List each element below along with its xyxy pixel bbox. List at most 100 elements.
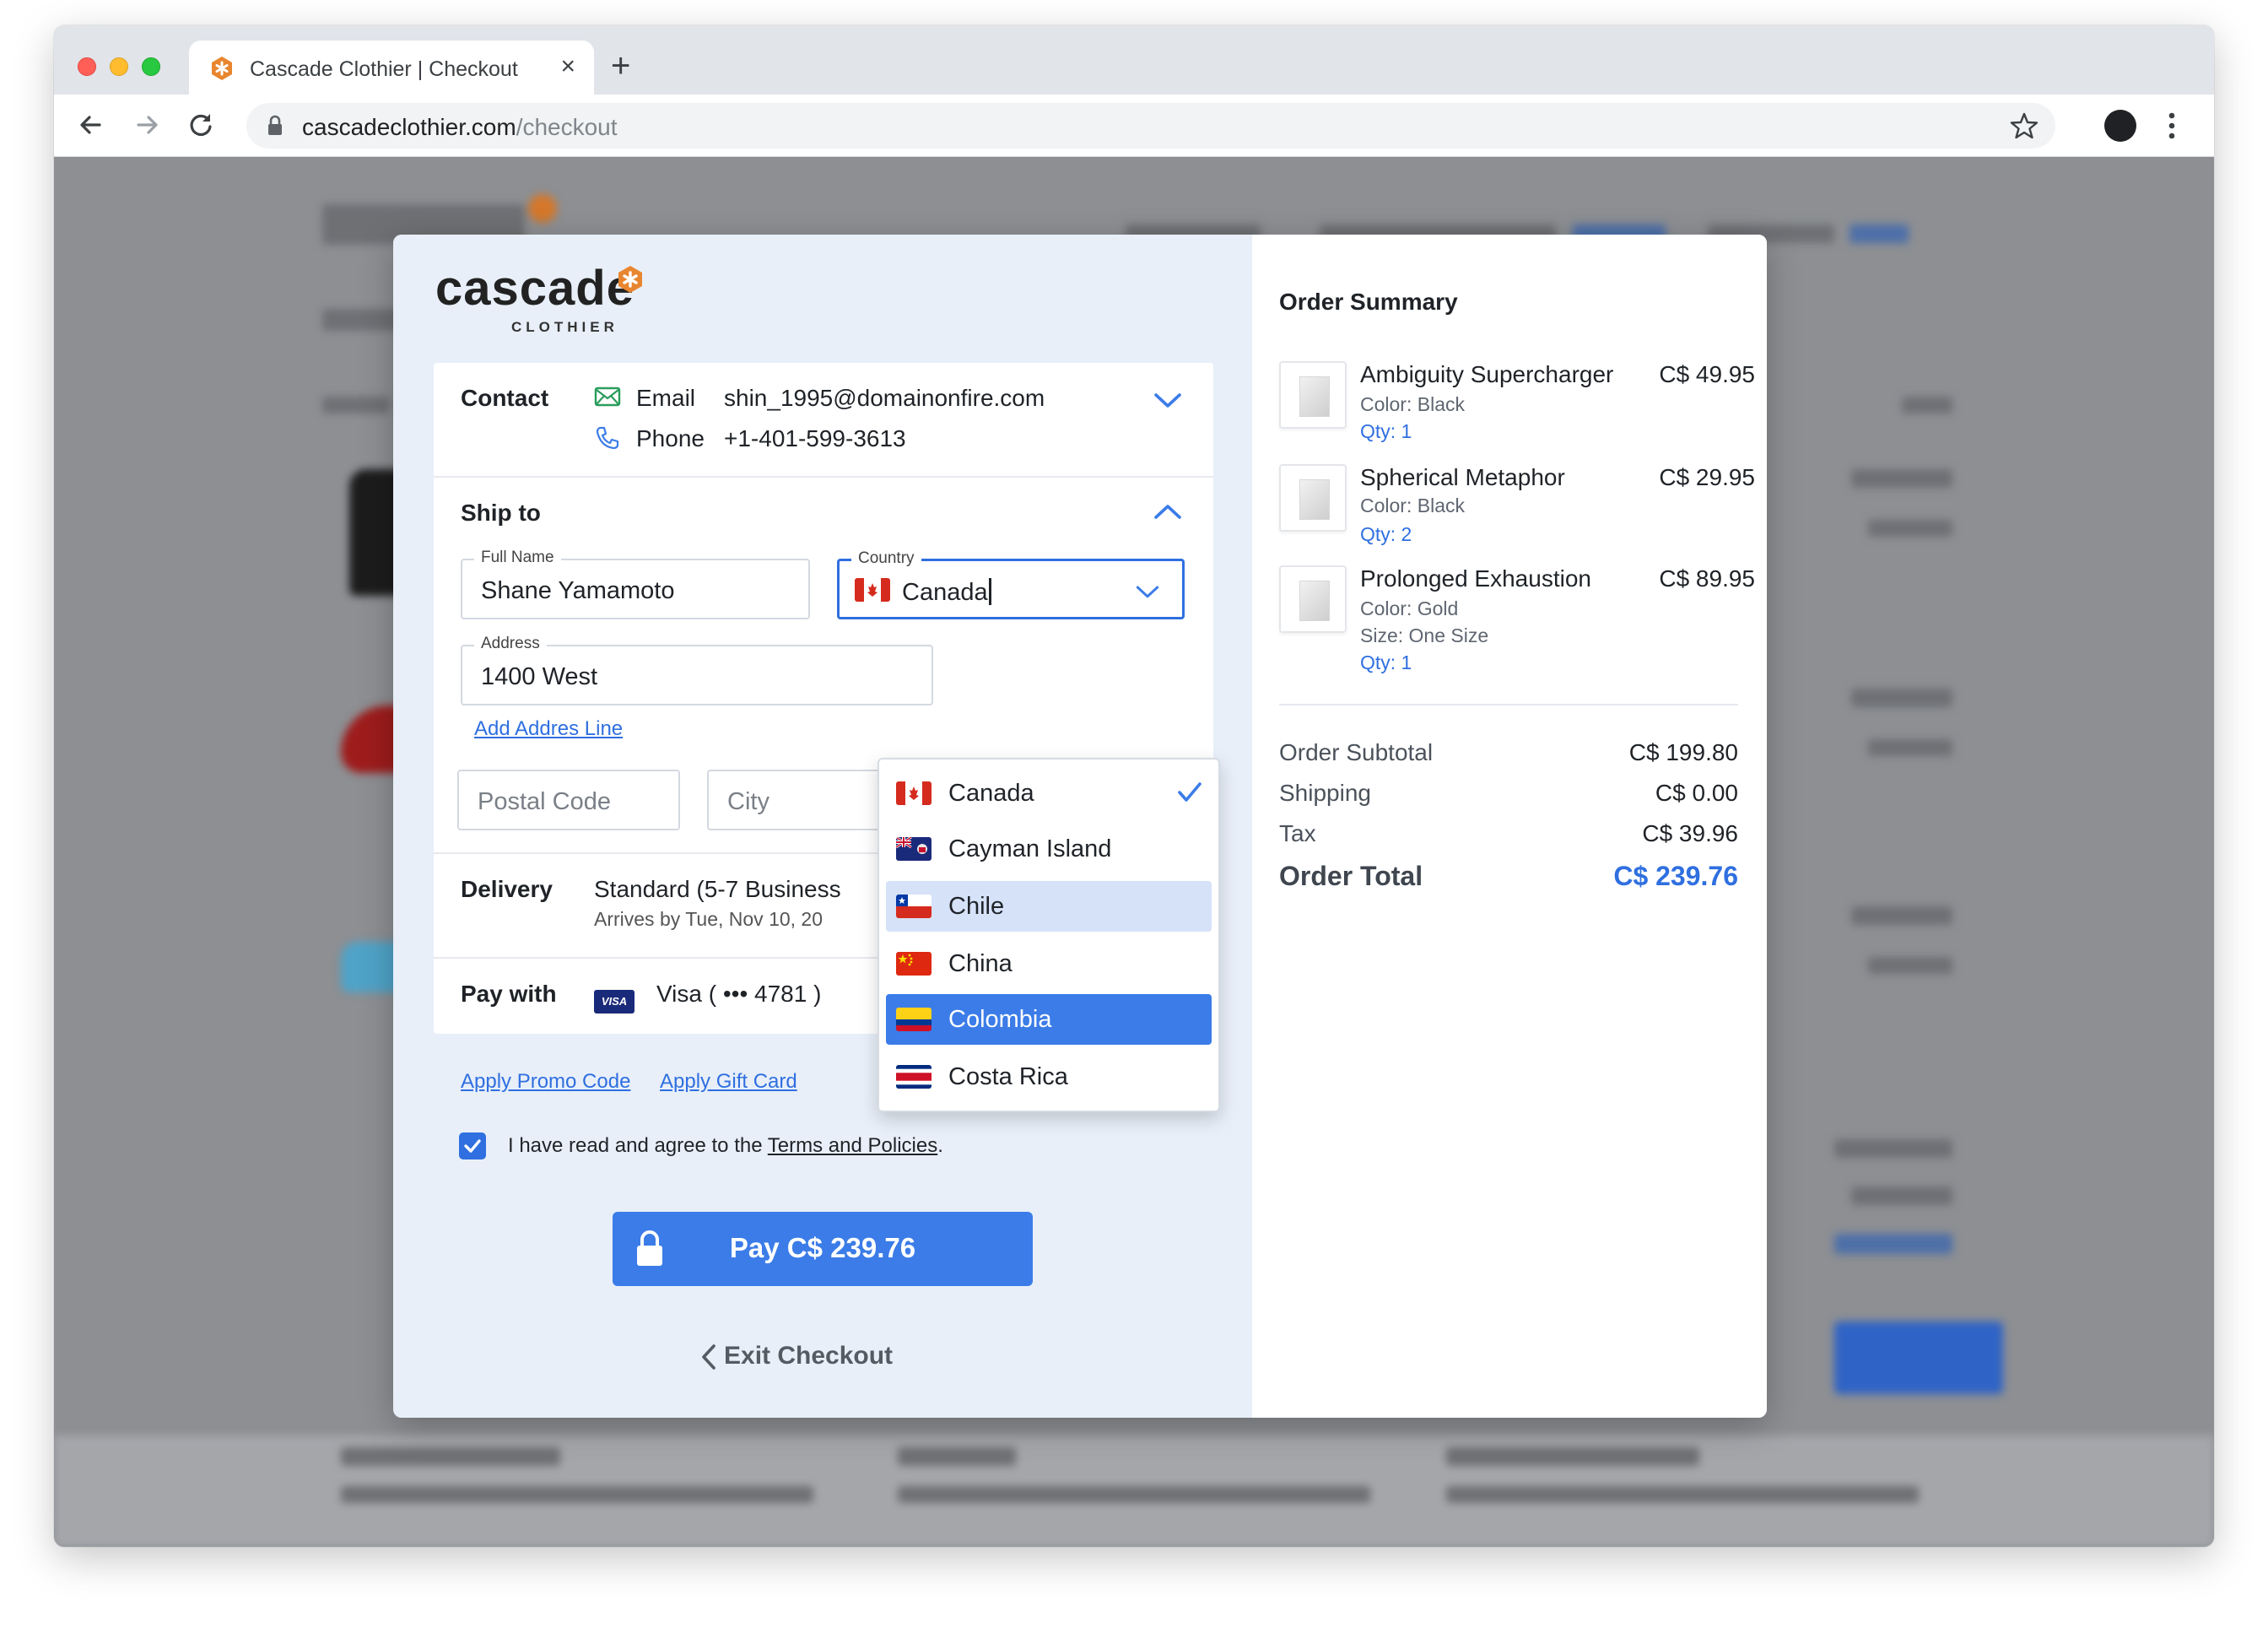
background-footer-bar: [898, 1447, 1016, 1466]
background-price-bar: [1851, 469, 1952, 488]
exit-checkout-link[interactable]: Exit Checkout: [724, 1342, 893, 1370]
country-option-label: Costa Rica: [948, 1063, 1068, 1090]
phone-label: Phone: [636, 425, 705, 451]
background-checkout-button: [1834, 1322, 2003, 1394]
delivery-section-title: Delivery: [461, 876, 553, 902]
country-option-chile[interactable]: Chile: [886, 881, 1212, 932]
url-text: cascadeclothier.com/checkout: [302, 114, 618, 141]
chevron-left-icon[interactable]: [699, 1343, 719, 1371]
terms-and-policies-link[interactable]: Terms and Policies: [768, 1134, 937, 1157]
country-value-text: Canada: [902, 579, 988, 606]
new-tab-button[interactable]: +: [611, 49, 630, 83]
country-option-canada[interactable]: Canada: [886, 768, 1212, 819]
shipping-value: C$ 0.00: [1655, 780, 1738, 806]
pay-button[interactable]: Pay C$ 239.76: [613, 1212, 1033, 1286]
browser-tab[interactable]: Cascade Clothier | Checkout ×: [189, 41, 594, 95]
address-field[interactable]: Address 1400 West: [461, 635, 933, 705]
postal-code-placeholder: Postal Code: [478, 788, 611, 815]
subtotal-label: Order Subtotal: [1279, 739, 1434, 765]
china-flag-icon: [896, 952, 932, 976]
cayman-flag-icon: [896, 837, 932, 861]
maximize-window-button[interactable]: [142, 57, 160, 76]
profile-avatar-icon[interactable]: [2104, 110, 2136, 142]
terms-prefix: I have read and agree to the: [508, 1134, 768, 1157]
colombia-flag-icon: [896, 1008, 932, 1031]
phone-value: +1-401-599-3613: [724, 425, 906, 451]
email-label: Email: [636, 385, 696, 411]
country-label: Country: [851, 549, 921, 568]
back-arrow-icon[interactable]: [74, 108, 108, 142]
full-name-value: Shane Yamamoto: [481, 577, 675, 604]
terms-checkbox[interactable]: [459, 1132, 486, 1159]
address-value: 1400 West: [481, 663, 598, 690]
background-price-bar: [1868, 957, 1952, 974]
background-price-bar: [1868, 739, 1952, 756]
background-header-link: [1850, 224, 1909, 243]
apply-promo-code-link[interactable]: Apply Promo Code: [461, 1070, 630, 1094]
brand-logo: cascade: [435, 261, 634, 316]
checkmark-icon: [1178, 782, 1202, 802]
lock-icon: [268, 115, 282, 135]
order-total-label: Order Total: [1279, 861, 1423, 891]
background-column-bar: [1902, 397, 1952, 414]
bookmark-star-icon[interactable]: [2010, 111, 2038, 140]
country-option-cayman-island[interactable]: Cayman Island: [886, 824, 1212, 874]
background-footer-bar: [1446, 1486, 1919, 1503]
background-price-bar: [1851, 689, 1952, 707]
add-address-line-link[interactable]: Add Addres Line: [474, 717, 623, 741]
product-meta: Color: Black: [1360, 495, 1465, 516]
pay-button-label: Pay C$ 239.76: [729, 1232, 916, 1263]
ship-to-collapse-chevron-up-icon[interactable]: [1153, 501, 1183, 522]
background-footer-bar: [1446, 1447, 1699, 1466]
contact-section-title: Contact: [461, 385, 549, 411]
address-bar[interactable]: cascadeclothier.com/checkout: [246, 103, 2055, 149]
kebab-menu-icon[interactable]: [2167, 111, 2177, 140]
close-window-button[interactable]: [78, 57, 96, 76]
country-option-label: Chile: [948, 893, 1005, 920]
shipping-label: Shipping: [1279, 780, 1371, 806]
product-qty: Qty: 2: [1360, 523, 1412, 545]
forward-arrow-icon[interactable]: [130, 108, 164, 142]
background-price-bar: [1868, 520, 1952, 537]
country-option-costa-rica[interactable]: Costa Rica: [886, 1051, 1212, 1102]
reload-icon[interactable]: [184, 108, 218, 142]
full-name-field[interactable]: Full Name Shane Yamamoto: [461, 549, 810, 619]
background-column-bar: [322, 397, 390, 414]
order-item: Ambiguity Supercharger C$ 49.95 Color: B…: [1279, 361, 1755, 446]
background-total-bar: [1834, 1139, 1952, 1158]
minimize-window-button[interactable]: [110, 57, 128, 76]
browser-toolbar: cascadeclothier.com/checkout: [54, 95, 2214, 157]
postal-code-field[interactable]: Postal Code: [457, 770, 680, 830]
product-meta: Color: Black: [1360, 393, 1465, 415]
product-name: Ambiguity Supercharger: [1360, 361, 1614, 387]
order-summary-panel: Order Summary Ambiguity Supercharger C$ …: [1252, 235, 1767, 1418]
background-footer-bar: [341, 1447, 560, 1466]
product-name: Prolonged Exhaustion: [1360, 565, 1591, 592]
tab-close-icon[interactable]: ×: [560, 54, 575, 79]
product-thumbnail: [1279, 565, 1347, 633]
country-select[interactable]: Country Canada: [837, 549, 1185, 619]
background-footer: [54, 1435, 2214, 1547]
checkbox-check-icon: [464, 1139, 481, 1153]
background-footer-bar: [341, 1486, 813, 1503]
country-option-label: Canada: [948, 780, 1034, 807]
background-price-bar: [1851, 906, 1952, 925]
order-item: Prolonged Exhaustion C$ 89.95 Color: Gol…: [1279, 565, 1755, 684]
text-caret: [988, 578, 991, 605]
apply-gift-card-link[interactable]: Apply Gift Card: [660, 1070, 797, 1094]
contact-expand-chevron-down-icon[interactable]: [1153, 390, 1183, 410]
card-value: Visa ( ••• 4781 ): [656, 981, 822, 1007]
email-value: shin_1995@domainonfire.com: [724, 385, 1045, 411]
product-price: C$ 89.95: [1659, 565, 1755, 592]
country-option-label: Cayman Island: [948, 835, 1112, 862]
brand-logo-mark-icon: [618, 266, 642, 293]
country-option-china[interactable]: China: [886, 938, 1212, 989]
costa-rica-flag-icon: [896, 1065, 932, 1089]
product-name: Spherical Metaphor: [1360, 464, 1565, 490]
product-thumbnail: [1279, 464, 1347, 532]
background-logo-mark: [528, 194, 557, 223]
country-option-colombia[interactable]: Colombia: [886, 994, 1212, 1045]
delivery-option[interactable]: Standard (5-7 Business: [594, 876, 841, 903]
order-total-value: C$ 239.76: [1613, 861, 1738, 891]
country-chevron-down-icon[interactable]: [1135, 583, 1160, 600]
